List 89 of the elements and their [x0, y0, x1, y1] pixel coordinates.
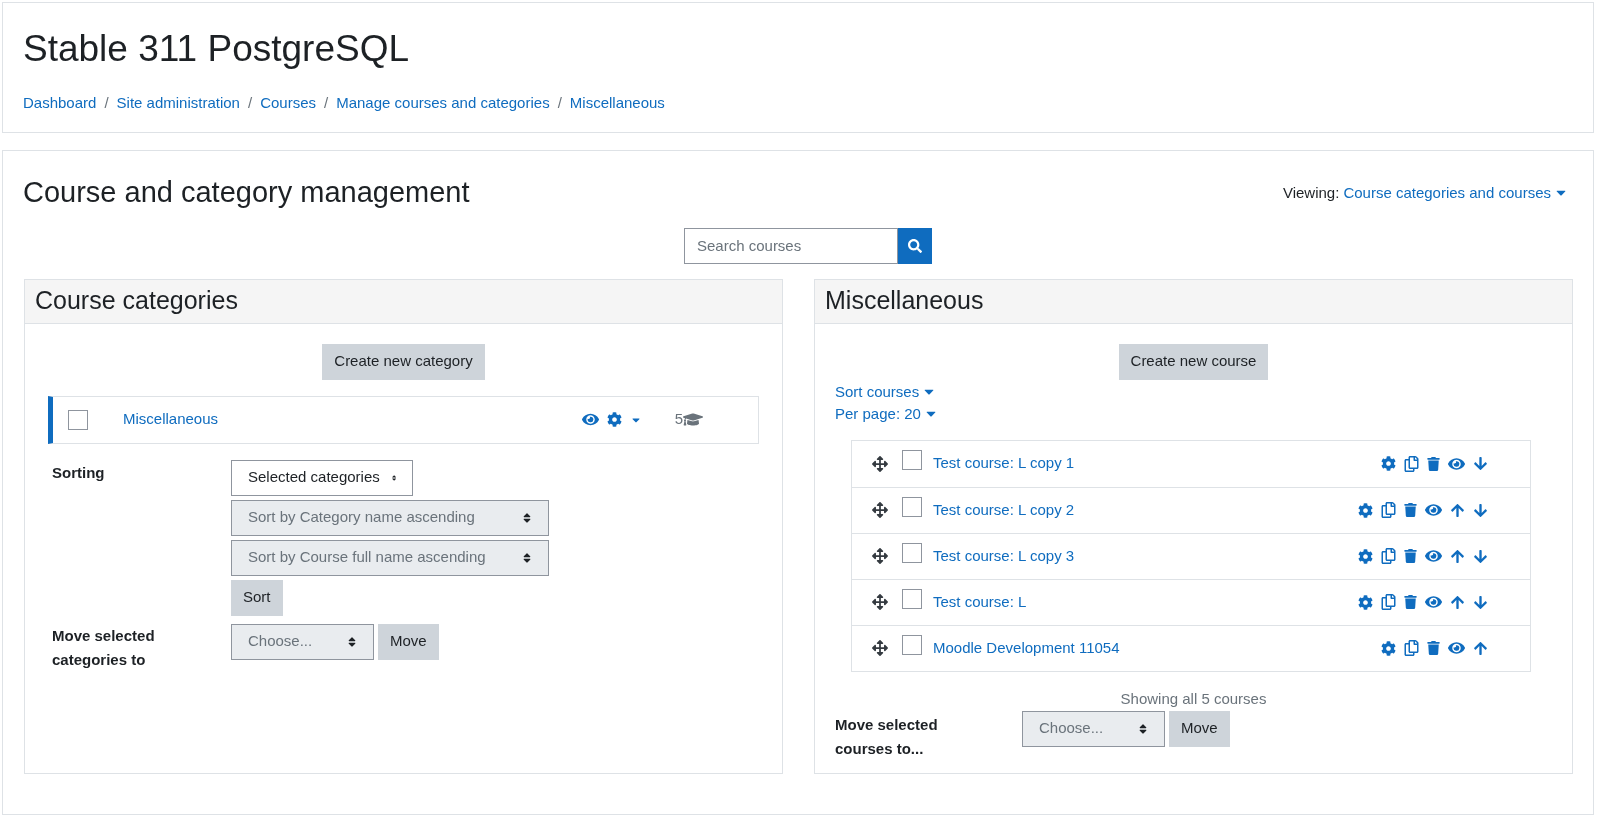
- breadcrumb-link[interactable]: Dashboard: [23, 92, 97, 115]
- breadcrumb-separator: /: [247, 93, 253, 113]
- trash-icon[interactable]: [1404, 503, 1417, 517]
- copy-icon[interactable]: [1381, 548, 1396, 564]
- sort-arrows-icon: [1138, 722, 1148, 735]
- eye-icon[interactable]: [1448, 455, 1465, 472]
- course-row[interactable]: Test course: L: [852, 578, 1530, 625]
- arrow-down-icon[interactable]: [1473, 502, 1488, 518]
- category-link[interactable]: Miscellaneous: [123, 408, 219, 431]
- move-handle-icon[interactable]: [872, 594, 888, 610]
- select-field[interactable]: Selected categories: [231, 459, 413, 496]
- page-heading: Course and category management: [23, 175, 470, 210]
- eye-icon[interactable]: [1425, 502, 1442, 518]
- sort-button[interactable]: Sort: [231, 579, 283, 616]
- course-link[interactable]: Moodle Development 11054: [933, 636, 1120, 660]
- trash-icon[interactable]: [1404, 549, 1417, 563]
- move-handle-icon[interactable]: [872, 640, 888, 656]
- sort-courses-link[interactable]: Sort courses: [835, 380, 936, 403]
- arrow-up-icon[interactable]: [1450, 594, 1465, 610]
- breadcrumb-link[interactable]: Site administration: [116, 92, 240, 115]
- arrow-down-icon[interactable]: [1473, 594, 1488, 610]
- arrow-up-icon[interactable]: [1450, 502, 1465, 518]
- settings-icon[interactable]: [1381, 456, 1396, 471]
- course-link[interactable]: Test course: L: [933, 590, 1027, 614]
- arrow-up-icon[interactable]: [1473, 640, 1488, 656]
- create-category-button[interactable]: Create new category: [322, 343, 485, 380]
- settings-icon[interactable]: [1358, 502, 1373, 518]
- search-button[interactable]: [898, 227, 932, 264]
- trash-icon[interactable]: [1427, 641, 1440, 655]
- breadcrumb-separator: /: [104, 93, 109, 113]
- viewing-dropdown[interactable]: Course categories and courses: [1343, 181, 1567, 204]
- checkbox[interactable]: [68, 409, 88, 430]
- copy-icon[interactable]: [1404, 640, 1419, 656]
- move-handle-icon[interactable]: [872, 548, 888, 564]
- settings-icon[interactable]: [1358, 594, 1373, 610]
- page-title: Stable 311 PostgreSQL: [23, 27, 410, 71]
- checkbox[interactable]: [902, 542, 922, 563]
- eye-icon[interactable]: [581, 411, 599, 428]
- eye-icon[interactable]: [1448, 640, 1465, 656]
- copy-icon[interactable]: [1381, 502, 1396, 518]
- breadcrumb-link[interactable]: Courses: [260, 92, 316, 115]
- course-link[interactable]: Test course: L copy 2: [933, 498, 1075, 522]
- breadcrumb-link[interactable]: Manage courses and categories: [336, 92, 550, 115]
- arrow-down-icon[interactable]: [1473, 456, 1488, 471]
- eye-icon[interactable]: [1425, 548, 1442, 564]
- search-field[interactable]: Search courses: [684, 227, 898, 264]
- trash-icon[interactable]: [1427, 456, 1440, 471]
- panel-title: Miscellaneous: [825, 285, 984, 317]
- create-course-button[interactable]: Create new course: [1118, 343, 1269, 380]
- graduation-cap-icon: [683, 411, 703, 428]
- sort-arrows-icon: [347, 635, 357, 648]
- checkbox[interactable]: [902, 634, 922, 655]
- breadcrumb-separator: /: [557, 93, 562, 113]
- panel-title: Course categories: [35, 285, 238, 317]
- breadcrumb-link[interactable]: Miscellaneous: [569, 92, 665, 115]
- move-button[interactable]: Move: [1169, 710, 1230, 747]
- sorting-label: Sorting: [51, 462, 106, 483]
- course-link[interactable]: Test course: L copy 1: [933, 452, 1075, 475]
- move-handle-icon[interactable]: [872, 502, 888, 518]
- settings-icon[interactable]: [1381, 640, 1396, 656]
- checkbox[interactable]: [902, 496, 922, 517]
- category-row[interactable]: Miscellaneous 5: [48, 395, 759, 444]
- course-row[interactable]: Moodle Development 11054: [852, 624, 1530, 671]
- sort-arrows-icon: [522, 511, 532, 524]
- trash-icon[interactable]: [1404, 595, 1417, 609]
- viewing-label: Viewing:: [1282, 182, 1340, 203]
- copy-icon[interactable]: [1404, 455, 1419, 472]
- breadcrumb-separator: /: [324, 93, 329, 113]
- arrow-up-icon[interactable]: [1450, 548, 1465, 564]
- search-icon: [908, 238, 922, 253]
- course-row[interactable]: Test course: L copy 2: [852, 486, 1530, 533]
- course-row[interactable]: Test course: L copy 1: [852, 440, 1530, 487]
- course-count: 5: [674, 409, 683, 430]
- checkbox[interactable]: [902, 588, 922, 609]
- per-page-link[interactable]: Per page: 20: [835, 402, 937, 425]
- arrow-down-icon[interactable]: [1473, 548, 1488, 564]
- course-link[interactable]: Test course: L copy 3: [933, 544, 1075, 568]
- move-label: Move selected categories to: [51, 625, 156, 670]
- move-button[interactable]: Move: [378, 623, 439, 660]
- settings-icon[interactable]: [1358, 548, 1373, 564]
- eye-icon[interactable]: [1425, 594, 1442, 610]
- course-row[interactable]: Test course: L copy 3: [852, 532, 1530, 579]
- copy-icon[interactable]: [1381, 594, 1396, 610]
- showing-count: Showing all 5 courses: [1119, 689, 1268, 708]
- sort-arrows-icon: [522, 551, 532, 564]
- move-label: Move selected courses to...: [835, 714, 939, 759]
- settings-icon[interactable]: [606, 412, 622, 427]
- move-handle-icon[interactable]: [872, 455, 888, 472]
- checkbox[interactable]: [902, 450, 922, 470]
